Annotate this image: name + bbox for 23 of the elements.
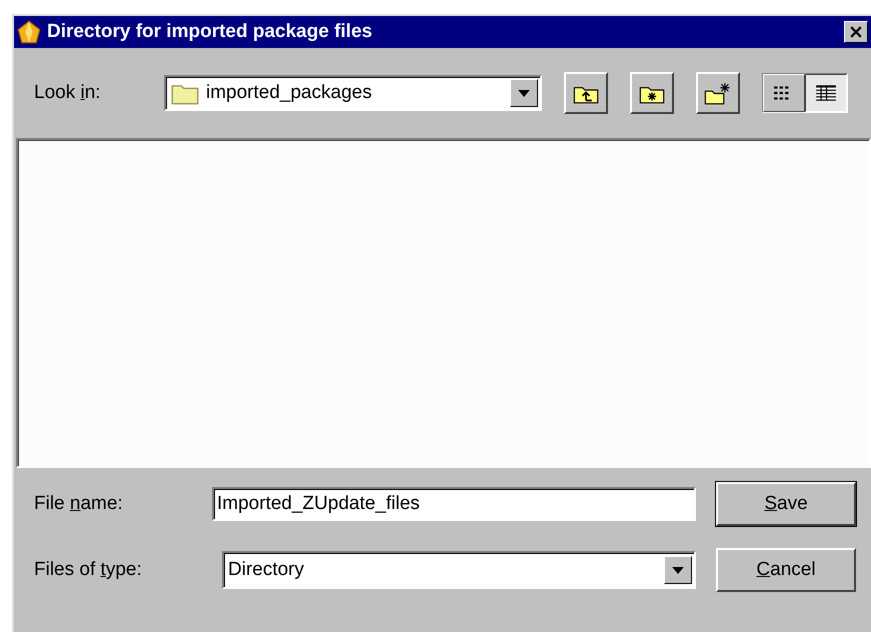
new-folder-button[interactable] bbox=[696, 72, 740, 114]
caret-icon bbox=[518, 90, 530, 96]
list-view-button[interactable] bbox=[763, 74, 805, 112]
file-name-label: File name: bbox=[34, 493, 124, 515]
look-in-label: Look in: bbox=[34, 82, 102, 104]
window-title: Directory for imported package files bbox=[47, 21, 374, 43]
dropdown-arrow-button[interactable] bbox=[664, 556, 692, 584]
details-view-icon bbox=[815, 84, 837, 102]
close-button[interactable] bbox=[844, 21, 868, 43]
new-folder-icon bbox=[704, 82, 732, 104]
file-type-label: Files of type: bbox=[34, 559, 143, 581]
file-name-field[interactable]: Imported_ZUpdate_files bbox=[212, 487, 696, 521]
up-button[interactable] bbox=[564, 72, 608, 114]
close-icon bbox=[850, 26, 862, 38]
file-type-dropdown[interactable]: Directory bbox=[222, 551, 696, 589]
home-button[interactable] bbox=[630, 72, 674, 114]
look-in-dropdown[interactable]: imported_packages bbox=[164, 75, 542, 111]
app-logo-icon bbox=[17, 20, 41, 44]
caret-icon bbox=[672, 566, 684, 574]
save-button[interactable]: Save bbox=[716, 482, 856, 526]
details-view-button[interactable] bbox=[805, 74, 847, 112]
cancel-button[interactable]: Cancel bbox=[716, 548, 856, 592]
dropdown-arrow-button[interactable] bbox=[510, 79, 538, 107]
